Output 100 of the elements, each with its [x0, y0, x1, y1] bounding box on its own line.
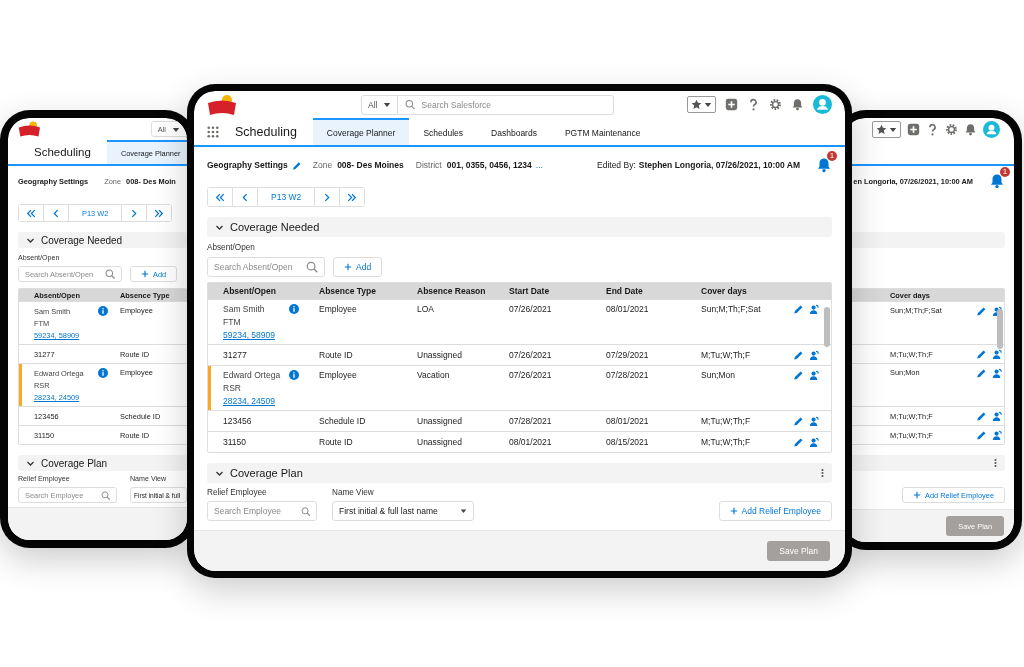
name-view-select[interactable]: First initial & full last name	[332, 501, 474, 521]
settings-icon[interactable]	[945, 122, 958, 136]
notification-bell-icon[interactable]	[816, 157, 832, 173]
double-chevron-icon	[215, 192, 225, 202]
section-title: Coverage Plan	[230, 467, 303, 479]
employee-search-field[interactable]: Search Employee	[207, 501, 317, 521]
help-icon[interactable]	[747, 98, 760, 111]
nav-tab[interactable]: Dashboards	[477, 118, 551, 145]
table-cell-text: 07/26/2021	[509, 303, 553, 314]
search-icon	[300, 505, 310, 517]
add-relief-employee-button[interactable]: Add Relief Employee	[718, 501, 832, 521]
favorites-button[interactable]	[687, 96, 716, 113]
section-header[interactable]: Coverage Plan	[207, 463, 832, 483]
edit-icon[interactable]	[291, 160, 301, 170]
add-icon[interactable]	[907, 122, 920, 136]
settings-icon[interactable]	[769, 98, 782, 111]
field-label: Name View	[332, 488, 374, 498]
caret-icon	[383, 101, 392, 108]
nav-tab[interactable]: Coverage Planner	[312, 118, 410, 145]
person-icon[interactable]	[992, 368, 1002, 378]
brand-logo	[207, 93, 237, 116]
notification-bell-icon[interactable]	[989, 173, 1005, 189]
section-title: Coverage Needed	[41, 234, 123, 246]
add-button[interactable]: Add	[333, 257, 383, 277]
info-icon[interactable]	[289, 370, 299, 380]
table-cell-text: Employee	[319, 303, 358, 314]
star-icon	[691, 99, 702, 110]
column-header: Absent/Open	[222, 286, 277, 296]
plus-icon	[344, 263, 352, 271]
section-title: Coverage Needed	[230, 221, 320, 233]
notification-badge: 1	[827, 151, 837, 161]
scope-dropdown[interactable]: All	[361, 94, 399, 115]
info-icon[interactable]	[289, 304, 299, 314]
geography-label: Geography Settings	[207, 160, 288, 170]
table-cell-text: Sun;Mon	[701, 369, 737, 380]
edit-icon[interactable]	[793, 416, 803, 426]
route-ids-link[interactable]: 28234, 24509	[223, 396, 319, 406]
avatar-icon[interactable]	[983, 120, 1000, 138]
help-icon[interactable]	[926, 122, 939, 136]
edit-icon[interactable]	[793, 437, 803, 447]
person-icon[interactable]	[992, 430, 1002, 440]
employee-name: Edward Ortega	[223, 370, 281, 380]
section-header[interactable]: Coverage Needed	[18, 232, 187, 248]
search-icon	[306, 260, 318, 274]
table-cell-text: 123456	[222, 416, 253, 426]
edited-by-value: Stephen Longoria, 07/26/2021, 10:00 AM	[638, 160, 800, 170]
person-icon[interactable]	[809, 416, 819, 426]
search-field[interactable]: Search Salesforce	[398, 94, 615, 115]
info-icon[interactable]	[98, 306, 108, 316]
nav-tab[interactable]: PGTM Maintenance	[550, 118, 655, 145]
more-options-icon[interactable]	[994, 458, 997, 468]
chevron-icon	[129, 208, 140, 218]
person-icon[interactable]	[809, 370, 819, 380]
field-label: Absent/Open	[207, 243, 255, 253]
table-cell-text: Route ID	[319, 437, 354, 447]
search-input[interactable]: Search Absent/Open	[214, 262, 303, 272]
section-title: Coverage Plan	[41, 457, 108, 469]
table-cell-text: Sun;M;Th;F;Sat	[701, 303, 762, 314]
column-header: Start Date	[509, 286, 551, 296]
more-link[interactable]: ...	[535, 160, 543, 170]
person-icon[interactable]	[809, 304, 819, 314]
table-cell-text: 07/28/2021	[509, 416, 553, 426]
table-cell-text: 08/01/2021	[606, 303, 650, 314]
app-launcher-icon[interactable]	[207, 125, 219, 138]
scrollbar-thumb[interactable]	[824, 307, 830, 347]
scrollbar-thumb[interactable]	[997, 309, 1003, 349]
zone-label: Zone	[312, 160, 333, 170]
table-cell-text: 08/15/2021	[606, 437, 650, 447]
section-header[interactable]: Coverage Needed	[207, 217, 832, 237]
more-options-icon[interactable]	[821, 468, 824, 478]
table-cell-text: 07/29/2021	[606, 350, 650, 360]
route-ids-link[interactable]: 59234, 58909	[223, 330, 319, 340]
table-cell-text: Vacation	[417, 369, 451, 380]
bell-icon[interactable]	[791, 98, 804, 111]
table-cell-text: 31277	[222, 350, 248, 360]
search-input[interactable]: Search Salesforce	[421, 99, 607, 110]
first-period-button[interactable]	[208, 188, 233, 206]
favorites-button[interactable]	[872, 120, 901, 138]
table-cell-text: Unassigned	[417, 416, 463, 426]
person-icon[interactable]	[809, 350, 819, 360]
info-icon[interactable]	[98, 368, 108, 378]
bell-icon[interactable]	[964, 122, 977, 136]
table-cell-text: 08/01/2021	[606, 416, 650, 426]
first-period-button[interactable]	[19, 205, 44, 221]
nav-tab[interactable]: Schedules	[409, 118, 478, 145]
column-header: Absence Reason	[417, 286, 487, 296]
double-chevron-icon	[26, 208, 36, 218]
star-icon	[876, 123, 887, 135]
avatar-icon[interactable]	[813, 95, 832, 114]
edit-icon[interactable]	[976, 306, 986, 316]
person-icon[interactable]	[809, 437, 819, 447]
section-header[interactable]: Coverage Plan	[18, 455, 187, 471]
person-icon[interactable]	[992, 349, 1002, 359]
person-icon[interactable]	[992, 411, 1002, 421]
edit-icon[interactable]	[793, 304, 803, 314]
plus-icon	[729, 507, 738, 515]
search-field[interactable]: Search Absent/Open	[207, 257, 325, 277]
search-input[interactable]: Search Employee	[214, 506, 297, 516]
add-icon[interactable]	[725, 98, 738, 111]
table-cell-text: Route ID	[319, 350, 354, 360]
